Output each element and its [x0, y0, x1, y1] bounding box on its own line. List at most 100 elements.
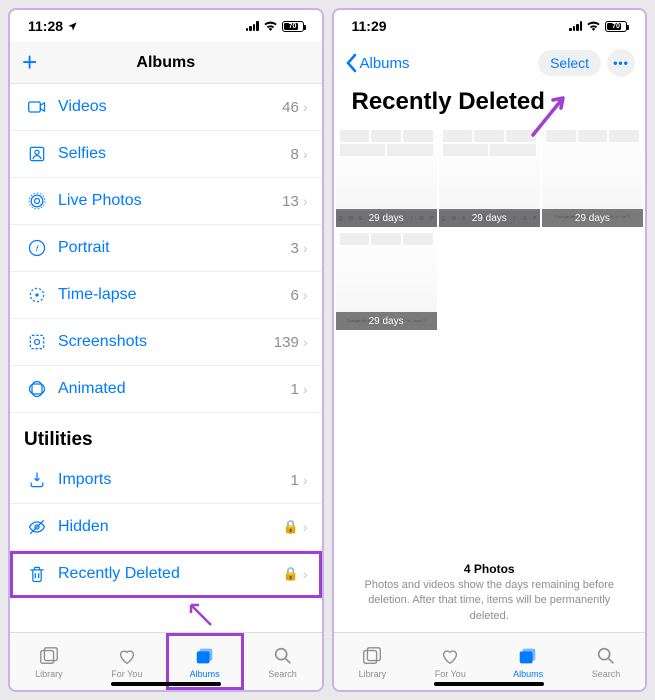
row-label: Screenshots: [58, 333, 274, 351]
days-label: 29 days: [542, 209, 643, 227]
footer-text: Photos and videos show the days remainin…: [350, 578, 630, 624]
chevron-icon: ›: [303, 334, 308, 350]
location-icon: [67, 21, 78, 32]
photo-count: 4 Photos: [350, 561, 630, 578]
more-button[interactable]: •••: [607, 49, 635, 77]
days-label: 29 days: [336, 312, 437, 330]
lock-icon: 🔒: [283, 566, 299, 582]
row-label: Animated: [58, 380, 290, 398]
album-row-live-photos[interactable]: Live Photos 13 ›: [10, 178, 322, 225]
tab-label: For You: [111, 669, 142, 679]
row-label: Portrait: [58, 239, 290, 257]
tab-search[interactable]: Search: [567, 633, 645, 690]
row-count: 8: [290, 146, 298, 163]
back-label: Albums: [360, 55, 410, 72]
import-icon: [24, 470, 50, 490]
tab-label: Albums: [513, 669, 543, 679]
photo-thumb[interactable]: Change file extension from ".doc" to ".d…: [336, 229, 437, 330]
video-icon: [24, 97, 50, 117]
battery-icon: 70: [605, 21, 627, 32]
album-row-recently-deleted[interactable]: Recently Deleted 🔒 ›: [10, 551, 322, 598]
row-label: Selfies: [58, 145, 290, 163]
phone-albums-list: 11:28 70 + Albums Videos 46 › Selfies 8: [8, 8, 324, 692]
row-count: 46: [282, 99, 299, 116]
row-count: 13: [282, 193, 299, 210]
nav-header: + Albums: [10, 42, 322, 84]
timelapse-icon: [24, 285, 50, 305]
chevron-icon: ›: [303, 381, 308, 397]
phone-recently-deleted: 11:29 70 Albums Select ••• Recently Dele…: [332, 8, 648, 692]
wifi-icon: [263, 19, 278, 34]
status-bar: 11:29 70: [334, 10, 646, 42]
row-label: Videos: [58, 98, 282, 116]
battery-icon: 70: [282, 21, 304, 32]
row-count: 139: [274, 334, 299, 351]
album-row-selfies[interactable]: Selfies 8 ›: [10, 131, 322, 178]
photo-thumb[interactable]: QWERTYUIOP 29 days: [336, 126, 437, 227]
status-time: 11:28: [28, 18, 63, 34]
back-button[interactable]: Albums: [344, 53, 410, 73]
tab-label: Search: [592, 669, 621, 679]
row-count: 3: [290, 240, 298, 257]
chevron-icon: ›: [303, 566, 308, 582]
signal-icon: [246, 21, 259, 31]
album-row-videos[interactable]: Videos 46 ›: [10, 84, 322, 131]
days-label: 29 days: [439, 209, 540, 227]
nav-header: Albums Select •••: [334, 42, 646, 84]
album-row-animated[interactable]: Animated 1 ›: [10, 366, 322, 413]
chevron-left-icon: [344, 53, 358, 73]
lock-icon: 🔒: [283, 519, 299, 535]
tab-label: For You: [435, 669, 466, 679]
album-row-portrait[interactable]: f Portrait 3 ›: [10, 225, 322, 272]
chevron-icon: ›: [303, 287, 308, 303]
tab-label: Library: [359, 669, 387, 679]
album-row-timelapse[interactable]: Time-lapse 6 ›: [10, 272, 322, 319]
home-indicator[interactable]: [434, 682, 544, 686]
row-count: 6: [290, 287, 298, 304]
chevron-icon: ›: [303, 240, 308, 256]
album-row-hidden[interactable]: Hidden 🔒 ›: [10, 504, 322, 551]
tab-label: Search: [268, 669, 297, 679]
photo-thumb[interactable]: Change file extension from ".doc" to ".t…: [542, 126, 643, 227]
portrait-icon: f: [24, 238, 50, 258]
screenshot-icon: [24, 332, 50, 352]
row-count: 1: [290, 381, 298, 398]
album-row-screenshots[interactable]: Screenshots 139 ›: [10, 319, 322, 366]
add-button[interactable]: +: [22, 47, 37, 78]
page-title: Recently Deleted: [334, 84, 646, 126]
signal-icon: [569, 21, 582, 31]
ellipsis-icon: •••: [613, 56, 629, 70]
albums-list[interactable]: Videos 46 › Selfies 8 › Live Photos 13 ›…: [10, 84, 322, 632]
chevron-icon: ›: [303, 146, 308, 162]
chevron-icon: ›: [303, 472, 308, 488]
wifi-icon: [586, 19, 601, 34]
animated-icon: [24, 379, 50, 399]
trash-icon: [24, 564, 50, 584]
utilities-header: Utilities: [10, 413, 322, 457]
row-count: 1: [290, 472, 298, 489]
row-label: Imports: [58, 471, 290, 489]
status-bar: 11:28 70: [10, 10, 322, 42]
row-label: Recently Deleted: [58, 565, 283, 583]
tab-label: Albums: [190, 669, 220, 679]
status-time: 11:29: [352, 18, 387, 34]
select-button[interactable]: Select: [538, 50, 601, 76]
hidden-icon: [24, 517, 50, 537]
tab-search[interactable]: Search: [244, 633, 322, 690]
album-row-imports[interactable]: Imports 1 ›: [10, 457, 322, 504]
days-label: 29 days: [336, 209, 437, 227]
footer-note: 4 Photos Photos and videos show the days…: [334, 553, 646, 632]
tab-library[interactable]: Library: [334, 633, 412, 690]
row-label: Time-lapse: [58, 286, 290, 304]
home-indicator[interactable]: [111, 682, 221, 686]
live-icon: [24, 191, 50, 211]
photo-grid: QWERTYUIOP 29 days QWERTYUIOP 29 days Ch…: [334, 126, 646, 330]
chevron-icon: ›: [303, 519, 308, 535]
svg-text:f: f: [36, 243, 40, 253]
tab-library[interactable]: Library: [10, 633, 88, 690]
chevron-icon: ›: [303, 99, 308, 115]
chevron-icon: ›: [303, 193, 308, 209]
tab-label: Library: [35, 669, 63, 679]
row-label: Live Photos: [58, 192, 282, 210]
photo-thumb[interactable]: QWERTYUIOP 29 days: [439, 126, 540, 227]
